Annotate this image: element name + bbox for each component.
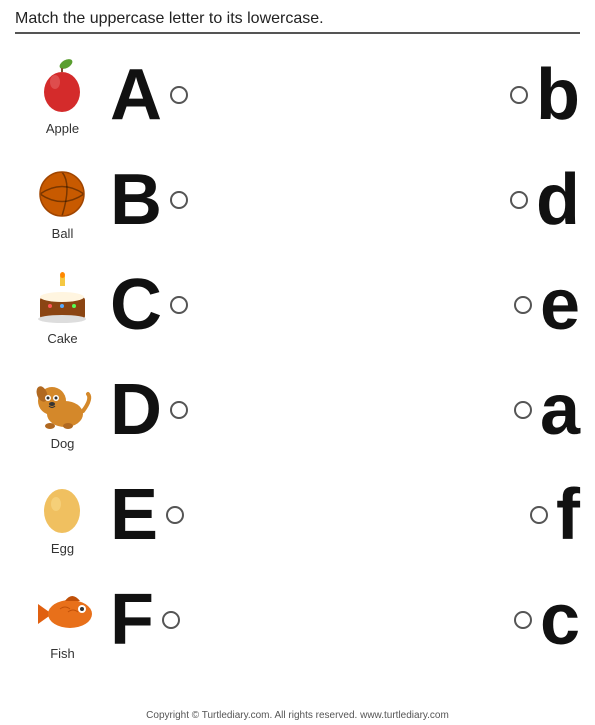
lower-letter-b: b	[536, 59, 580, 131]
upper-col-F: F	[110, 584, 250, 656]
ball-label: Ball	[52, 226, 74, 241]
lower-col-b: b	[460, 59, 580, 131]
upper-letter-C: C	[110, 269, 162, 341]
lower-letter-c: c	[540, 584, 580, 656]
lower-col-a: a	[460, 374, 580, 446]
radio-f[interactable]	[530, 506, 548, 524]
apple-label: Apple	[46, 121, 79, 136]
row-1: Apple A b	[15, 42, 580, 147]
page: Match the uppercase letter to its lowerc…	[0, 0, 595, 725]
upper-letter-F: F	[110, 584, 154, 656]
page-title: Match the uppercase letter to its lowerc…	[15, 10, 580, 34]
upper-col-C: C	[110, 269, 250, 341]
upper-col-B: B	[110, 164, 250, 236]
lower-letter-a: a	[540, 374, 580, 446]
cake-image	[30, 264, 95, 329]
radio-e[interactable]	[514, 296, 532, 314]
row-4: Dog D a	[15, 357, 580, 462]
upper-col-A: A	[110, 59, 250, 131]
upper-letter-E: E	[110, 479, 158, 551]
fish-label: Fish	[50, 646, 75, 661]
radio-F[interactable]	[162, 611, 180, 629]
radio-E[interactable]	[166, 506, 184, 524]
image-col-fish: Fish	[15, 579, 110, 661]
fish-image	[30, 579, 95, 644]
upper-col-D: D	[110, 374, 250, 446]
lower-col-e: e	[460, 269, 580, 341]
lower-letter-f: f	[556, 479, 580, 551]
upper-letter-B: B	[110, 164, 162, 236]
image-col-ball: Ball	[15, 159, 110, 241]
upper-letter-D: D	[110, 374, 162, 446]
row-2: Ball B d	[15, 147, 580, 252]
footer-text: Copyright © Turtlediary.com. All rights …	[0, 710, 595, 721]
radio-c[interactable]	[514, 611, 532, 629]
radio-D[interactable]	[170, 401, 188, 419]
radio-d[interactable]	[510, 191, 528, 209]
row-5: Egg E f	[15, 462, 580, 567]
rows-container: Apple A b	[15, 42, 580, 672]
dog-image	[30, 369, 95, 434]
radio-A[interactable]	[170, 86, 188, 104]
row-6: Fish F c	[15, 567, 580, 672]
image-col-apple: Apple	[15, 54, 110, 136]
lower-col-c: c	[460, 584, 580, 656]
image-col-cake: Cake	[15, 264, 110, 346]
egg-image	[30, 474, 95, 539]
dog-label: Dog	[51, 436, 75, 451]
apple-image	[30, 54, 95, 119]
radio-B[interactable]	[170, 191, 188, 209]
radio-a[interactable]	[514, 401, 532, 419]
image-col-egg: Egg	[15, 474, 110, 556]
upper-letter-A: A	[110, 59, 162, 131]
row-3: Cake C e	[15, 252, 580, 357]
cake-label: Cake	[47, 331, 77, 346]
lower-letter-d: d	[536, 164, 580, 236]
lower-col-d: d	[460, 164, 580, 236]
radio-C[interactable]	[170, 296, 188, 314]
image-col-dog: Dog	[15, 369, 110, 451]
lower-col-f: f	[460, 479, 580, 551]
radio-b[interactable]	[510, 86, 528, 104]
lower-letter-e: e	[540, 269, 580, 341]
egg-label: Egg	[51, 541, 74, 556]
ball-image	[30, 159, 95, 224]
upper-col-E: E	[110, 479, 250, 551]
